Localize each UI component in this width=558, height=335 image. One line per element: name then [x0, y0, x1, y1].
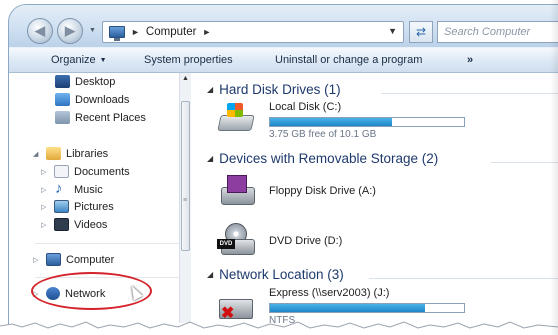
group-collapse-icon[interactable]: ◢	[207, 85, 213, 94]
expanded-triangle-icon[interactable]: ◢	[33, 150, 41, 158]
nav-item-label: Music	[74, 183, 103, 196]
search-input[interactable]: Search Computer	[437, 21, 558, 43]
windows-logo-icon	[227, 103, 243, 117]
nav-pane-scrollbar[interactable]: ▲ ≡	[179, 73, 191, 323]
nav-item-label: Documents	[74, 165, 130, 178]
nav-item-computer[interactable]: ▷ Computer	[33, 253, 114, 266]
computer-small-icon	[109, 26, 125, 41]
page-shadow	[550, 0, 558, 335]
command-bar: Organize ▼ System properties Uninstall or…	[9, 47, 558, 73]
drive-name: DVD Drive (D:)	[269, 235, 343, 247]
nav-divider	[35, 243, 179, 244]
breadcrumb-computer[interactable]: Computer	[146, 26, 197, 38]
drive-floppy[interactable]: Floppy Disk Drive (A:)	[217, 173, 376, 211]
forward-arrow-icon: ▶	[65, 23, 75, 38]
scroll-grip-icon: ≡	[183, 197, 188, 204]
content-pane: ◢ Hard Disk Drives (1) Local Disk (C:) 3…	[191, 73, 558, 335]
group-title: Network Location (3)	[219, 267, 344, 282]
more-commands-button[interactable]: »	[467, 54, 473, 66]
forward-button[interactable]: ▶	[57, 18, 83, 44]
collapsed-triangle-icon[interactable]: ▷	[41, 221, 49, 229]
drive-local-disk[interactable]: Local Disk (C:) 3.75 GB free of 10.1 GB	[217, 101, 465, 140]
disk-usage-fill	[270, 118, 393, 126]
group-header-hard-disk[interactable]: ◢ Hard Disk Drives (1)	[207, 82, 341, 97]
recent-places-icon	[55, 111, 70, 124]
dvd-badge: DVD	[217, 239, 235, 249]
title-bar: ◀ ▶ ▼ ► Computer ► ▼ ⇄ Search Computer	[9, 5, 558, 47]
back-button[interactable]: ◀	[27, 18, 53, 44]
collapsed-triangle-icon[interactable]: ▷	[41, 203, 49, 211]
floppy-drive-icon	[217, 173, 257, 211]
drive-name: Local Disk (C:)	[269, 101, 342, 113]
group-collapse-icon[interactable]: ◢	[207, 154, 213, 163]
downloads-icon	[55, 93, 70, 106]
organize-button[interactable]: Organize ▼	[51, 54, 107, 66]
uninstall-program-button[interactable]: Uninstall or change a program	[275, 54, 422, 66]
nav-item-recent-places[interactable]: Recent Places	[55, 111, 146, 124]
disk-usage-bar	[269, 303, 465, 313]
nav-item-desktop[interactable]: Desktop	[55, 75, 115, 88]
breadcrumb-separator[interactable]: ►	[131, 27, 140, 37]
drive-dvd[interactable]: DVD DVD Drive (D:)	[217, 221, 342, 259]
nav-item-label: Recent Places	[75, 111, 146, 124]
nav-item-documents[interactable]: ▷ Documents	[41, 165, 130, 178]
nav-item-label: Libraries	[66, 147, 109, 160]
nav-item-pictures[interactable]: ▷ Pictures	[41, 200, 114, 213]
desktop-icon	[55, 75, 70, 88]
group-header-removable[interactable]: ◢ Devices with Removable Storage (2)	[207, 151, 438, 166]
collapsed-triangle-icon[interactable]: ▷	[33, 256, 41, 264]
group-collapse-icon[interactable]: ◢	[207, 270, 213, 279]
organize-label: Organize	[51, 54, 96, 66]
group-divider	[381, 93, 558, 94]
group-title: Hard Disk Drives (1)	[219, 82, 341, 97]
back-arrow-icon: ◀	[35, 23, 45, 38]
nav-item-label: Downloads	[75, 93, 130, 106]
system-properties-button[interactable]: System properties	[144, 54, 233, 66]
hard-disk-icon	[217, 101, 257, 139]
nav-item-label: Videos	[74, 218, 108, 231]
libraries-icon	[46, 147, 61, 160]
nav-item-videos[interactable]: ▷ Videos	[41, 218, 107, 231]
free-space-text: 3.75 GB free of 10.1 GB	[269, 129, 377, 140]
drive-name: Express (\\serv2003) (J:)	[269, 287, 390, 299]
organize-dropdown-icon: ▼	[99, 56, 107, 64]
videos-icon	[54, 218, 69, 231]
nav-item-label: Desktop	[75, 75, 116, 88]
disk-usage-bar	[269, 117, 465, 127]
disk-usage-fill	[270, 304, 426, 312]
computer-icon	[46, 253, 61, 266]
scrollbar-thumb[interactable]	[181, 101, 190, 251]
breadcrumb-separator-trailing[interactable]: ►	[202, 27, 211, 37]
group-header-network[interactable]: ◢ Network Location (3)	[207, 267, 344, 282]
nav-item-label: Computer	[66, 253, 115, 266]
address-dropdown-icon[interactable]: ▼	[388, 26, 397, 36]
recent-pages-dropdown-icon[interactable]: ▼	[89, 27, 96, 34]
refresh-icon: ⇄	[415, 25, 427, 39]
nav-item-downloads[interactable]: Downloads	[55, 93, 129, 106]
address-bar[interactable]: ► Computer ► ▼	[102, 21, 404, 43]
group-title: Devices with Removable Storage (2)	[219, 151, 439, 166]
documents-icon	[54, 165, 69, 178]
music-icon	[54, 180, 69, 197]
collapsed-triangle-icon[interactable]: ▷	[41, 168, 49, 176]
collapsed-triangle-icon[interactable]: ▷	[41, 186, 49, 194]
pictures-icon	[54, 200, 69, 213]
nav-item-label: Pictures	[74, 200, 114, 213]
nav-item-libraries[interactable]: ◢ Libraries	[33, 147, 108, 160]
nav-item-music[interactable]: ▷ Music	[41, 180, 103, 197]
torn-edge	[0, 321, 558, 335]
dvd-drive-icon: DVD	[217, 221, 257, 259]
refresh-button[interactable]: ⇄	[409, 21, 433, 43]
drive-name: Floppy Disk Drive (A:)	[269, 185, 376, 197]
scroll-up-icon[interactable]: ▲	[182, 75, 189, 82]
group-divider	[369, 278, 558, 279]
group-divider	[491, 162, 558, 163]
